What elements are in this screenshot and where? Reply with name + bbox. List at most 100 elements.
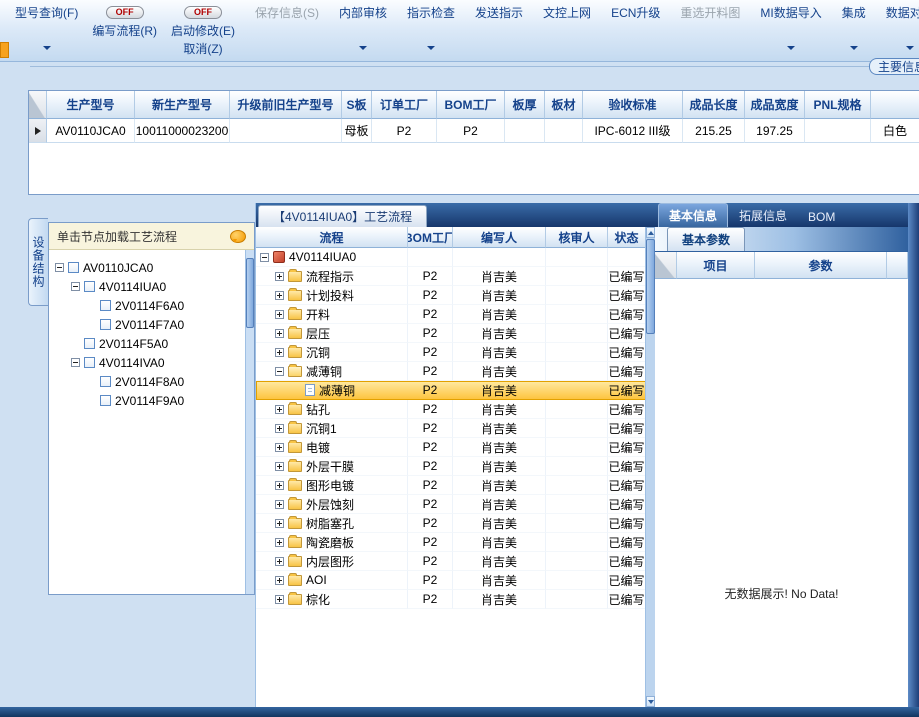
flow-row[interactable]: 钻孔 P2 肖吉美 已编写 — [256, 400, 655, 419]
grid-row-selector[interactable] — [29, 119, 47, 143]
flow-row[interactable]: 开料 P2 肖吉美 已编写 — [256, 305, 655, 324]
expand-icon[interactable] — [275, 480, 284, 490]
flow-column-header[interactable]: 流程 — [256, 227, 408, 248]
flow-row[interactable]: 沉铜1 P2 肖吉美 已编写 — [256, 419, 655, 438]
grid-column-header[interactable]: 板厚 — [505, 91, 545, 119]
ecn-upgrade-button[interactable]: ECN升级 — [604, 3, 667, 59]
data-compare-button[interactable]: 数据对比 — [879, 3, 919, 59]
scroll-down-button[interactable] — [646, 696, 655, 707]
instruction-check-button[interactable]: 指示检查 — [400, 3, 462, 59]
dropdown-arrow-icon[interactable] — [849, 46, 858, 50]
flow-row[interactable]: 内层图形 P2 肖吉美 已编写 — [256, 552, 655, 571]
flow-row[interactable]: 外层干膜 P2 肖吉美 已编写 — [256, 457, 655, 476]
tree-scrollbar-thumb[interactable] — [246, 258, 254, 328]
param-column-header[interactable]: 项目 — [677, 252, 755, 279]
collapse-icon[interactable] — [71, 282, 80, 291]
expand-icon[interactable] — [275, 461, 284, 471]
expand-icon[interactable] — [275, 575, 284, 585]
tab-extended-info[interactable]: 拓展信息 — [729, 204, 797, 227]
dropdown-arrow-icon[interactable] — [905, 46, 914, 50]
scroll-up-button[interactable] — [646, 227, 655, 238]
collapse-icon[interactable] — [55, 263, 64, 272]
expand-icon[interactable] — [275, 442, 284, 452]
flow-row[interactable]: 电镀 P2 肖吉美 已编写 — [256, 438, 655, 457]
tab-device-structure[interactable]: 设备结构 — [28, 218, 48, 306]
panel-scrollbar-vertical[interactable] — [908, 203, 919, 707]
expand-icon[interactable] — [275, 556, 284, 566]
flow-row[interactable]: 4V0114IUA0 — [256, 248, 655, 267]
flow-row[interactable]: 计划投料 P2 肖吉美 已编写 — [256, 286, 655, 305]
tree-node[interactable]: 2V0114F9A0 — [49, 391, 254, 410]
start-modify-secondary-button[interactable]: 取消(Z) — [183, 40, 222, 57]
flow-row[interactable]: AOI P2 肖吉美 已编写 — [256, 571, 655, 590]
flow-scrollbar-thumb[interactable] — [646, 239, 655, 334]
flow-title-tab[interactable]: 【4V0114IUA0】工艺流程 — [258, 205, 428, 227]
expand-icon[interactable] — [275, 594, 284, 604]
tree-node[interactable]: 2V0114F7A0 — [49, 315, 254, 334]
flow-row[interactable]: 陶瓷磨板 P2 肖吉美 已编写 — [256, 533, 655, 552]
expand-icon[interactable] — [275, 271, 284, 281]
grid-column-header[interactable]: S板 — [342, 91, 372, 119]
send-instruction-button[interactable]: 发送指示 — [468, 3, 530, 59]
dropdown-arrow-icon[interactable] — [787, 46, 796, 50]
tab-bom[interactable]: BOM — [798, 207, 845, 227]
flow-row[interactable]: 外层蚀刻 P2 肖吉美 已编写 — [256, 495, 655, 514]
internal-audit-button[interactable]: 内部审核 — [332, 3, 394, 59]
flow-column-header[interactable]: 编写人 — [453, 227, 546, 248]
collapse-icon[interactable] — [71, 358, 80, 367]
grid-column-header[interactable]: 成品长度 — [683, 91, 745, 119]
flow-row[interactable]: 棕化 P2 肖吉美 已编写 — [256, 590, 655, 609]
collapse-icon[interactable] — [260, 252, 269, 262]
grid-column-header[interactable]: 订单工厂 — [372, 91, 437, 119]
tree-node[interactable]: 2V0114F5A0 — [49, 334, 254, 353]
grid-column-header[interactable]: 板材 — [545, 91, 583, 119]
flow-column-header[interactable]: BOM工厂 — [408, 227, 453, 248]
tree-node[interactable]: AV0110JCA0 — [49, 258, 254, 277]
expand-icon[interactable] — [275, 404, 284, 414]
flow-column-header[interactable]: 状态 — [608, 227, 646, 248]
start-modify-button[interactable]: OFF 启动修改(E) 取消(Z) — [164, 3, 242, 59]
grid-data-row[interactable]: AV0110JCA0 10011000023200 母板 P2 P2 IPC-6012 I… — [29, 119, 919, 143]
flow-row[interactable]: 沉铜 P2 肖吉美 已编写 — [256, 343, 655, 362]
tab-basic-parameters[interactable]: 基本参数 — [667, 227, 746, 251]
dropdown-arrow-icon[interactable] — [359, 46, 367, 50]
write-flow-button[interactable]: OFF 编写流程(R) — [85, 3, 164, 59]
expand-icon[interactable] — [275, 290, 284, 300]
integrate-button[interactable]: 集成 — [835, 3, 873, 59]
param-column-header[interactable]: 参数 — [755, 252, 887, 279]
grid-column-header[interactable]: 新生产型号 — [135, 91, 230, 119]
tab-basic-info[interactable]: 基本信息 — [658, 203, 729, 227]
tree-node[interactable]: 4V0114IVA0 — [49, 353, 254, 372]
flow-row[interactable]: 树脂塞孔 P2 肖吉美 已编写 — [256, 514, 655, 533]
expand-icon[interactable] — [275, 328, 284, 338]
mi-data-import-button[interactable]: MI数据导入 — [753, 3, 828, 59]
flow-scrollbar[interactable] — [645, 227, 655, 707]
expand-icon[interactable] — [275, 347, 284, 357]
expand-icon[interactable] — [275, 499, 284, 509]
grid-column-header[interactable]: 生产型号 — [47, 91, 135, 119]
model-query-button[interactable]: 型号查询(F) — [8, 3, 85, 59]
tree-scrollbar[interactable] — [245, 250, 254, 594]
collapse-icon[interactable] — [275, 366, 284, 376]
expand-icon[interactable] — [275, 423, 284, 433]
grid-column-header[interactable]: 升级前旧生产型号 — [230, 91, 342, 119]
flow-row[interactable]: 流程指示 P2 肖吉美 已编写 — [256, 267, 655, 286]
tree-node[interactable]: 2V0114F6A0 — [49, 296, 254, 315]
doc-control-upload-button[interactable]: 文控上网 — [536, 3, 598, 59]
flow-row[interactable]: 层压 P2 肖吉美 已编写 — [256, 324, 655, 343]
expand-icon[interactable] — [275, 309, 284, 319]
grid-column-header[interactable]: PNL规格 — [805, 91, 871, 119]
flow-row[interactable]: 图形电镀 P2 肖吉美 已编写 — [256, 476, 655, 495]
grid-column-header[interactable]: 验收标准 — [583, 91, 683, 119]
grid-column-header[interactable] — [871, 91, 919, 119]
tree-node[interactable]: 4V0114IUA0 — [49, 277, 254, 296]
dropdown-arrow-icon[interactable] — [427, 46, 436, 50]
expand-icon[interactable] — [275, 518, 284, 528]
grid-column-header[interactable]: BOM工厂 — [437, 91, 505, 119]
expand-icon[interactable] — [275, 537, 284, 547]
dropdown-arrow-icon[interactable] — [42, 46, 51, 50]
grid-column-header[interactable]: 成品宽度 — [745, 91, 805, 119]
flow-row[interactable]: 减薄铜 P2 肖吉美 已编写 — [256, 362, 655, 381]
flow-row[interactable]: 减薄铜 P2 肖吉美 已编写 — [256, 381, 655, 400]
flow-column-header[interactable]: 核审人 — [546, 227, 608, 248]
